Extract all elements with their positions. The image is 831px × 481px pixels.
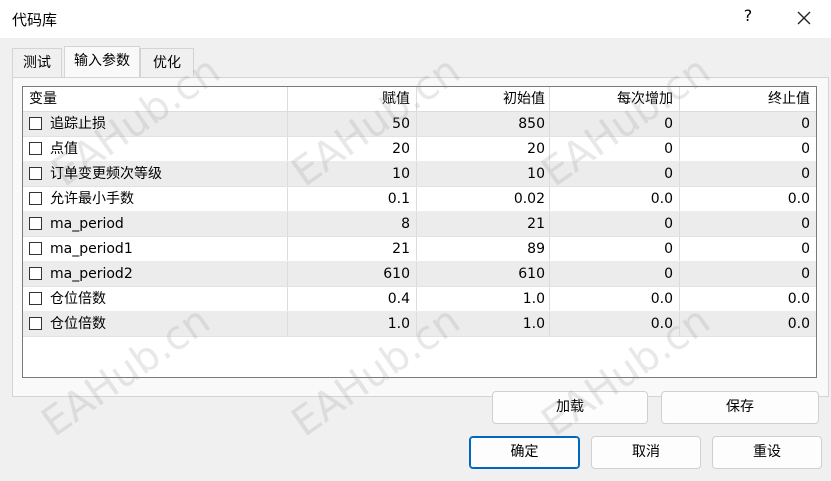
load-button[interactable]: 加载 <box>492 391 648 424</box>
column-header-step[interactable]: 每次增加 <box>549 87 679 111</box>
column-header-stop[interactable]: 终止值 <box>679 87 816 111</box>
start-cell[interactable]: 89 <box>416 237 549 261</box>
row-checkbox[interactable] <box>29 192 42 205</box>
value-cell[interactable]: 20 <box>287 137 416 161</box>
variable-name: ma_period2 <box>50 266 133 282</box>
row-checkbox[interactable] <box>29 217 42 230</box>
tab-testing[interactable]: 测试 <box>12 48 62 77</box>
table-row[interactable]: 允许最小手数 0.1 0.02 0.0 0.0 <box>23 187 816 212</box>
start-cell[interactable]: 850 <box>416 112 549 136</box>
stop-cell[interactable]: 0.0 <box>679 187 816 211</box>
row-checkbox[interactable] <box>29 267 42 280</box>
table-row[interactable]: 点值 20 20 0 0 <box>23 137 816 162</box>
table-row[interactable]: 订单变更频次等级 10 10 0 0 <box>23 162 816 187</box>
step-cell[interactable]: 0 <box>549 137 679 161</box>
value-cell[interactable]: 8 <box>287 212 416 236</box>
start-cell[interactable]: 1.0 <box>416 312 549 336</box>
help-button[interactable]: ? <box>738 6 758 30</box>
row-checkbox[interactable] <box>29 242 42 255</box>
variable-name: ma_period <box>50 216 124 232</box>
step-cell[interactable]: 0 <box>549 212 679 236</box>
table-row[interactable]: 仓位倍数 1.0 1.0 0.0 0.0 <box>23 312 816 337</box>
start-cell[interactable]: 0.02 <box>416 187 549 211</box>
variable-name: 仓位倍数 <box>50 291 106 307</box>
column-header-variable[interactable]: 变量 <box>29 87 287 111</box>
value-cell[interactable]: 1.0 <box>287 312 416 336</box>
value-cell[interactable]: 50 <box>287 112 416 136</box>
title-bar: 代码库 ? <box>0 0 831 38</box>
step-cell[interactable]: 0.0 <box>549 312 679 336</box>
table-row[interactable]: ma_period1 21 89 0 0 <box>23 237 816 262</box>
variable-name: ma_period1 <box>50 241 133 257</box>
cancel-button[interactable]: 取消 <box>591 436 701 469</box>
window-title: 代码库 <box>12 11 58 29</box>
stop-cell[interactable]: 0 <box>679 237 816 261</box>
variable-name: 允许最小手数 <box>50 191 134 207</box>
variable-name: 订单变更频次等级 <box>50 166 162 182</box>
row-checkbox[interactable] <box>29 167 42 180</box>
table-row[interactable]: ma_period2 610 610 0 0 <box>23 262 816 287</box>
start-cell[interactable]: 20 <box>416 137 549 161</box>
column-header-value[interactable]: 赋值 <box>287 87 416 111</box>
value-cell[interactable]: 610 <box>287 262 416 286</box>
table-row[interactable]: ma_period 8 21 0 0 <box>23 212 816 237</box>
row-checkbox[interactable] <box>29 117 42 130</box>
row-checkbox[interactable] <box>29 317 42 330</box>
stop-cell[interactable]: 0 <box>679 112 816 136</box>
close-icon <box>797 11 811 25</box>
start-cell[interactable]: 10 <box>416 162 549 186</box>
step-cell[interactable]: 0 <box>549 237 679 261</box>
value-cell[interactable]: 0.1 <box>287 187 416 211</box>
parameters-table[interactable]: 变量 赋值 初始值 每次增加 终止值 追踪止损 50 850 0 0 点值 20… <box>22 86 817 378</box>
step-cell[interactable]: 0.0 <box>549 287 679 311</box>
tab-input-parameters[interactable]: 输入参数 <box>64 46 140 77</box>
start-cell[interactable]: 21 <box>416 212 549 236</box>
variable-name: 点值 <box>50 141 78 157</box>
row-checkbox[interactable] <box>29 292 42 305</box>
stop-cell[interactable]: 0 <box>679 137 816 161</box>
ok-button[interactable]: 确定 <box>469 436 580 469</box>
reset-button[interactable]: 重设 <box>712 436 822 469</box>
value-cell[interactable]: 21 <box>287 237 416 261</box>
start-cell[interactable]: 610 <box>416 262 549 286</box>
column-header-start[interactable]: 初始值 <box>416 87 549 111</box>
row-checkbox[interactable] <box>29 142 42 155</box>
tab-optimization[interactable]: 优化 <box>140 48 194 77</box>
step-cell[interactable]: 0 <box>549 112 679 136</box>
table-header: 变量 赋值 初始值 每次增加 终止值 <box>23 87 816 112</box>
variable-name: 追踪止损 <box>50 116 106 132</box>
table-row[interactable]: 追踪止损 50 850 0 0 <box>23 112 816 137</box>
stop-cell[interactable]: 0.0 <box>679 287 816 311</box>
save-button[interactable]: 保存 <box>661 391 819 424</box>
step-cell[interactable]: 0 <box>549 162 679 186</box>
stop-cell[interactable]: 0 <box>679 162 816 186</box>
stop-cell[interactable]: 0 <box>679 212 816 236</box>
close-button[interactable] <box>790 4 818 32</box>
table-row[interactable]: 仓位倍数 0.4 1.0 0.0 0.0 <box>23 287 816 312</box>
value-cell[interactable]: 0.4 <box>287 287 416 311</box>
step-cell[interactable]: 0.0 <box>549 187 679 211</box>
stop-cell[interactable]: 0.0 <box>679 312 816 336</box>
value-cell[interactable]: 10 <box>287 162 416 186</box>
variable-name: 仓位倍数 <box>50 316 106 332</box>
step-cell[interactable]: 0 <box>549 262 679 286</box>
stop-cell[interactable]: 0 <box>679 262 816 286</box>
start-cell[interactable]: 1.0 <box>416 287 549 311</box>
